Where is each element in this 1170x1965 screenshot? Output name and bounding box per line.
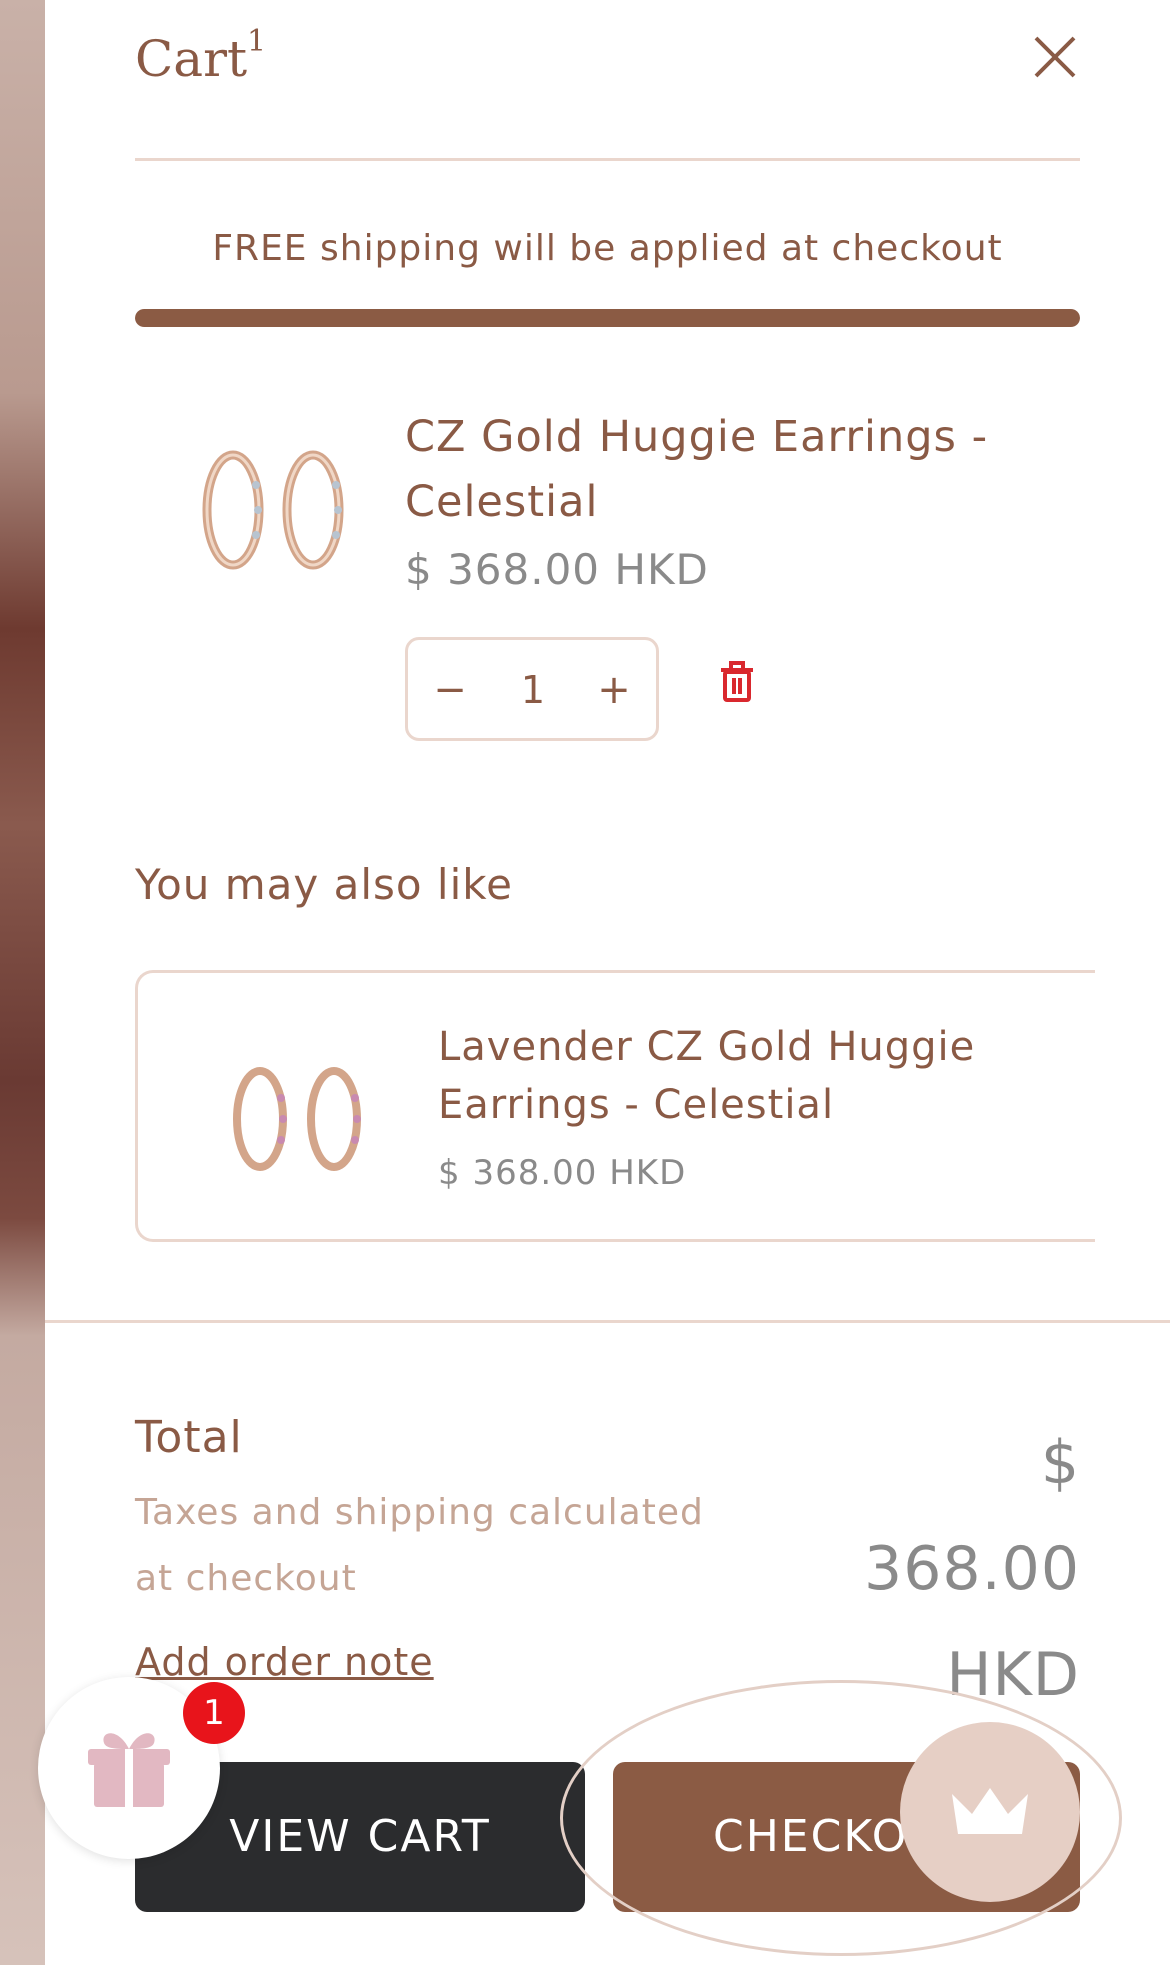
close-icon	[1034, 36, 1076, 78]
recommendation-image	[233, 1067, 361, 1171]
total-amount-value: $ 368.00 HKD	[864, 1428, 1080, 1710]
crown-icon	[952, 1788, 1028, 1834]
product-image[interactable]	[163, 430, 383, 600]
product-name[interactable]: CZ Gold Huggie Earrings - Celestial	[405, 405, 1045, 535]
quantity-increase-button[interactable]: +	[586, 662, 642, 718]
close-button[interactable]	[1030, 32, 1080, 82]
quantity-decrease-button[interactable]: −	[422, 662, 478, 718]
recommendation-name[interactable]: Lavender CZ Gold Huggie Earrings - Celes…	[438, 1018, 998, 1134]
total-amount: $ 368.00 HKD	[810, 1410, 1080, 1728]
recommendations-title: You may also like	[135, 860, 513, 909]
trash-icon	[721, 661, 753, 702]
free-shipping-message: FREE shipping will be applied at checkou…	[212, 228, 1003, 269]
carousel-fade	[1025, 973, 1095, 1239]
cart-header: Cart 1	[135, 24, 1080, 161]
page-backdrop[interactable]	[0, 0, 45, 1965]
total-label: Total	[135, 1412, 243, 1463]
loyalty-button[interactable]	[900, 1722, 1080, 1902]
shipping-progress-bar	[135, 309, 1080, 327]
recommendation-card[interactable]: Lavender CZ Gold Huggie Earrings - Celes…	[135, 970, 1095, 1242]
product-price: $ 368.00 HKD	[405, 545, 709, 594]
cart-drawer: Cart 1 FREE shipping will be applied at …	[45, 0, 1170, 1965]
quantity-stepper: − 1 +	[405, 637, 659, 741]
footer-divider	[45, 1320, 1170, 1323]
gift-badge: 1	[183, 1682, 245, 1744]
recommendation-price: $ 368.00 HKD	[438, 1153, 687, 1193]
shipping-progress-fill	[135, 309, 1080, 327]
quantity-value[interactable]: 1	[488, 662, 578, 718]
tax-note: Taxes and shipping calculated at checkou…	[135, 1492, 704, 1599]
cart-count: 1	[247, 24, 267, 59]
cart-title: Cart	[135, 30, 248, 88]
remove-item-button[interactable]	[713, 658, 761, 706]
